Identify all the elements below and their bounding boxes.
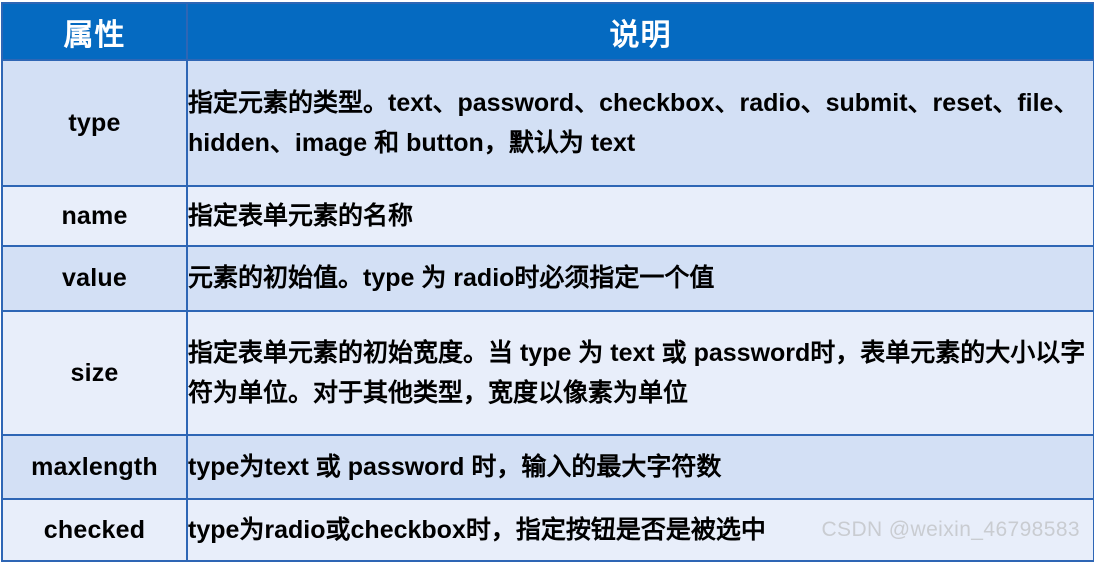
attribute-description-cell: 指定表单元素的初始宽度。当 type 为 text 或 password时，表单…	[186, 310, 1094, 436]
attributes-table-container: 属性 说明 type 指定元素的类型。text、password、checkbo…	[0, 2, 1094, 562]
attribute-name-cell: type	[1, 59, 188, 187]
table-body: type 指定元素的类型。text、password、checkbox、radi…	[1, 59, 1094, 562]
form-input-attributes-table: 属性 说明 type 指定元素的类型。text、password、checkbo…	[1, 2, 1094, 562]
table-header: 属性 说明	[1, 2, 1094, 61]
table-row: size 指定表单元素的初始宽度。当 type 为 text 或 passwor…	[1, 310, 1094, 436]
attribute-description-cell: 指定表单元素的名称	[186, 185, 1094, 247]
attribute-name-cell: maxlength	[1, 434, 188, 500]
table-row: type 指定元素的类型。text、password、checkbox、radi…	[1, 59, 1094, 187]
table-row: value 元素的初始值。type 为 radio时必须指定一个值	[1, 245, 1094, 312]
attribute-name-cell: size	[1, 310, 188, 436]
attribute-description-cell: 指定元素的类型。text、password、checkbox、radio、sub…	[186, 59, 1094, 187]
attribute-name-cell: checked	[1, 498, 188, 562]
attribute-description-cell: 元素的初始值。type 为 radio时必须指定一个值	[186, 245, 1094, 312]
table-row: name 指定表单元素的名称	[1, 185, 1094, 247]
table-row: checked type为radio或checkbox时，指定按钮是否是被选中	[1, 498, 1094, 562]
attribute-name-cell: name	[1, 185, 188, 247]
attribute-description-cell: type为radio或checkbox时，指定按钮是否是被选中	[186, 498, 1094, 562]
attribute-name-cell: value	[1, 245, 188, 312]
column-header-attribute: 属性	[1, 2, 188, 61]
attribute-description-cell: type为text 或 password 时，输入的最大字符数	[186, 434, 1094, 500]
table-row: maxlength type为text 或 password 时，输入的最大字符…	[1, 434, 1094, 500]
column-header-description: 说明	[186, 2, 1094, 61]
table-header-row: 属性 说明	[1, 2, 1094, 61]
